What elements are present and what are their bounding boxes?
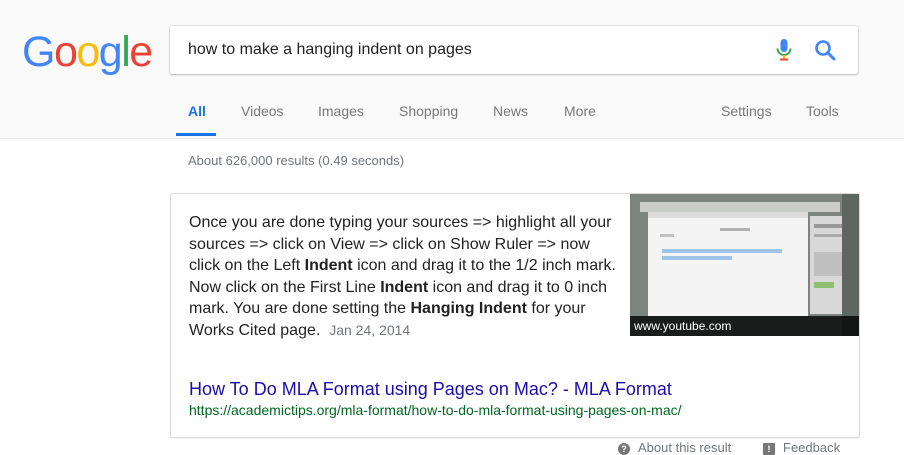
microphone-icon[interactable] <box>774 38 794 62</box>
thumbnail-caption: www.youtube.com <box>630 316 859 336</box>
tab-shopping[interactable]: Shopping <box>399 103 458 119</box>
feedback-link[interactable]: ! Feedback <box>763 440 840 455</box>
tab-videos[interactable]: Videos <box>241 103 284 119</box>
logo-letter: G <box>22 28 55 76</box>
about-label: About this result <box>638 440 732 455</box>
logo-letter: e <box>129 28 153 76</box>
snippet-text: Once you are done typing your sources =>… <box>189 212 619 341</box>
logo-letter: l <box>121 28 131 76</box>
feedback-icon: ! <box>763 442 775 455</box>
tab-news[interactable]: News <box>493 103 528 119</box>
tab-settings[interactable]: Settings <box>721 103 772 119</box>
video-thumbnail[interactable]: www.youtube.com <box>630 194 859 336</box>
search-input[interactable] <box>188 26 748 74</box>
tab-all[interactable]: All <box>188 103 206 119</box>
snippet-date: Jan 24, 2014 <box>329 321 411 338</box>
logo-letter: o <box>76 28 100 76</box>
magnifier-icon[interactable] <box>813 38 837 62</box>
snippet-bold-term: Indent <box>304 257 353 274</box>
tab-more[interactable]: More <box>564 103 596 119</box>
google-logo[interactable]: Google <box>22 27 153 77</box>
logo-letter: g <box>98 28 123 76</box>
snippet-bold-term: Indent <box>380 278 429 296</box>
featured-snippet-card: Once you are done typing your sources =>… <box>170 193 860 438</box>
search-box[interactable] <box>170 26 858 74</box>
tab-tools[interactable]: Tools <box>806 103 839 119</box>
tab-images[interactable]: Images <box>318 103 364 119</box>
search-tabs: All Videos Images Shopping News More Set… <box>0 103 904 138</box>
feedback-label: Feedback <box>783 440 841 455</box>
result-stats: About 626,000 results (0.49 seconds) <box>188 153 405 168</box>
result-url: https://academictips.org/mla-format/how-… <box>189 402 682 418</box>
help-icon: ? <box>618 442 630 455</box>
result-title-link[interactable]: How To Do MLA Format using Pages on Mac?… <box>189 379 672 400</box>
snippet-bold-term: Hanging Indent <box>410 300 527 317</box>
thumbnail-image <box>630 194 859 336</box>
about-this-result-link[interactable]: ? About this result <box>618 440 731 455</box>
active-tab-indicator <box>176 133 216 136</box>
logo-letter: o <box>53 28 78 76</box>
